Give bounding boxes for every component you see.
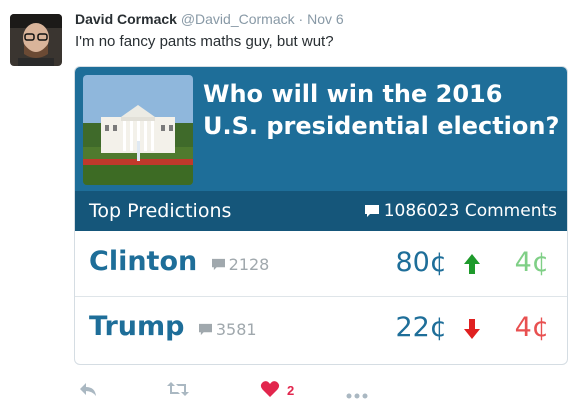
retweet-icon[interactable] (166, 380, 190, 403)
candidate-comment-count[interactable]: 2128 (211, 255, 270, 274)
comment-icon (198, 323, 212, 336)
tweet: David Cormack @David_Cormack · Nov 6 I'm… (0, 0, 578, 417)
reply-icon[interactable] (78, 380, 98, 403)
price-change: 4¢ (514, 312, 549, 343)
author-handle[interactable]: @David_Cormack (181, 11, 295, 27)
tweet-actions: 2 (74, 380, 494, 404)
candidate-name[interactable]: Trump (89, 311, 184, 342)
tweet-text: I'm no fancy pants maths guy, but wut? (75, 33, 334, 50)
candidate-row-trump[interactable]: Trump 3581 22¢ 4¢ (75, 296, 567, 361)
tweet-header: David Cormack @David_Cormack · Nov 6 (75, 11, 344, 27)
candidate-name[interactable]: Clinton (89, 246, 197, 277)
comment-count-value: 3581 (215, 320, 257, 339)
comments-count-label: 1086023 Comments (383, 201, 557, 221)
like-count[interactable]: 2 (287, 383, 294, 398)
comment-count-value: 2128 (228, 255, 270, 274)
card-question[interactable]: Who will win the 2016 U.S. presidential … (203, 78, 561, 142)
predictions-bar: Top Predictions 1086023 Comments (75, 191, 567, 231)
author-name[interactable]: David Cormack (75, 11, 177, 27)
total-comments[interactable]: 1086023 Comments (364, 201, 557, 221)
candidate-comment-count[interactable]: 3581 (198, 320, 257, 339)
card-header: Who will win the 2016 U.S. presidential … (75, 67, 567, 191)
comment-icon (364, 205, 379, 217)
avatar[interactable] (10, 14, 62, 66)
prediction-card[interactable]: Who will win the 2016 U.S. presidential … (74, 66, 568, 365)
tweet-date[interactable]: · Nov 6 (299, 11, 344, 27)
candidate-price: 22¢ (395, 312, 447, 343)
candidate-row-clinton[interactable]: Clinton 2128 80¢ 4¢ (75, 232, 567, 296)
heart-icon[interactable] (260, 380, 280, 403)
price-change: 4¢ (514, 247, 549, 278)
down-arrow-icon (464, 319, 480, 339)
comment-icon (211, 258, 225, 271)
white-house-image (83, 75, 193, 185)
more-icon[interactable] (346, 386, 368, 404)
top-predictions-label: Top Predictions (89, 200, 232, 222)
candidate-price: 80¢ (395, 247, 447, 278)
up-arrow-icon (464, 254, 480, 274)
